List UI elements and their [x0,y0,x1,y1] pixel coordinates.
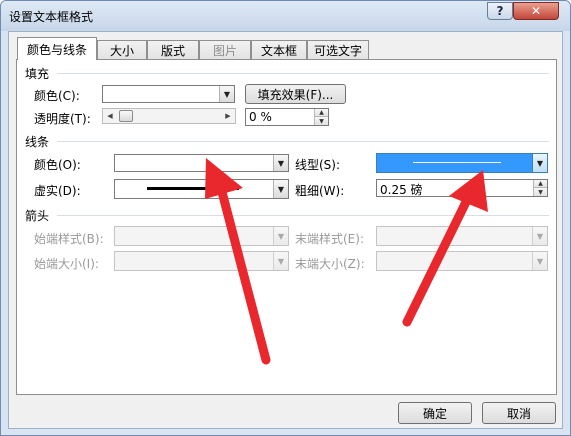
line-color-dropdown[interactable]: ▼ [114,154,289,172]
line-style-dropdown[interactable]: ▼ [376,153,548,173]
spin-down-icon[interactable]: ▼ [533,188,547,196]
slider-left-arrow-icon[interactable]: ◀ [103,109,117,123]
tab-alt-text[interactable]: 可选文字 [307,40,369,59]
dash-dropdown[interactable]: ▼ [114,179,289,199]
transparency-slider[interactable]: ◀ ▶ [102,108,236,124]
help-button[interactable]: ? [487,2,513,20]
fill-divider [57,73,549,74]
line-style-label: 线型(S): [295,158,341,172]
line-divider [57,141,549,142]
arrows-divider [57,215,549,216]
begin-size-label: 始端大小(I): [34,257,99,271]
end-style-label: 末端样式(E): [295,232,364,246]
line-weight-spinner[interactable]: 0.25 磅 ▲ ▼ [376,179,548,197]
fill-heading: 填充 [25,67,50,81]
fill-effects-button[interactable]: 填充效果(F)... [245,84,346,104]
end-size-dropdown: ▼ [376,251,548,271]
tab-textbox[interactable]: 文本框 [251,40,307,59]
window-title: 设置文本框格式 [9,10,94,24]
dialog-window: 设置文本框格式 ? ✕ 颜色与线条 大小 版式 图片 文本框 可选文字 填充 颜… [0,0,571,436]
transparency-value: 0 % [249,110,272,124]
chevron-down-icon: ▼ [273,155,288,171]
begin-size-dropdown: ▼ [114,251,289,271]
title-bar[interactable]: 设置文本框格式 ? ✕ [1,1,570,31]
cancel-button[interactable]: 取消 [482,402,556,424]
chevron-down-icon: ▼ [219,86,234,102]
line-weight-label: 粗细(W): [295,184,345,198]
chevron-down-icon: ▼ [532,252,547,270]
tab-picture: 图片 [199,40,251,59]
chevron-down-icon: ▼ [532,154,547,172]
chevron-down-icon: ▼ [273,252,288,270]
spin-up-icon[interactable]: ▲ [533,180,547,188]
chevron-down-icon: ▼ [273,180,288,198]
fill-color-dropdown[interactable]: ▼ [102,85,235,103]
line-color-label: 颜色(O): [34,158,81,172]
arrows-heading: 箭头 [25,209,50,223]
close-button[interactable]: ✕ [513,2,559,20]
dash-preview [147,187,239,190]
chevron-down-icon: ▼ [532,227,547,245]
fill-color-label: 颜色(C): [34,89,80,103]
spin-down-icon[interactable]: ▼ [314,117,328,125]
end-size-label: 末端大小(Z): [295,257,365,271]
chevron-down-icon: ▼ [273,227,288,245]
line-style-preview [413,162,501,163]
begin-style-dropdown: ▼ [114,226,289,246]
transparency-label: 透明度(T): [34,112,91,126]
tab-colors-and-lines[interactable]: 颜色与线条 [17,37,97,60]
transparency-spinner[interactable]: 0 % ▲ ▼ [245,108,329,126]
dash-label: 虚实(D): [34,184,81,198]
end-style-dropdown: ▼ [376,226,548,246]
tab-layout[interactable]: 版式 [147,40,199,59]
line-heading: 线条 [25,135,50,149]
line-weight-value: 0.25 磅 [380,183,423,197]
spin-up-icon[interactable]: ▲ [314,109,328,117]
begin-style-label: 始端样式(B): [34,232,104,246]
ok-button[interactable]: 确定 [398,402,472,424]
slider-right-arrow-icon[interactable]: ▶ [221,109,235,123]
slider-thumb[interactable] [119,110,133,122]
tab-size[interactable]: 大小 [97,40,147,59]
